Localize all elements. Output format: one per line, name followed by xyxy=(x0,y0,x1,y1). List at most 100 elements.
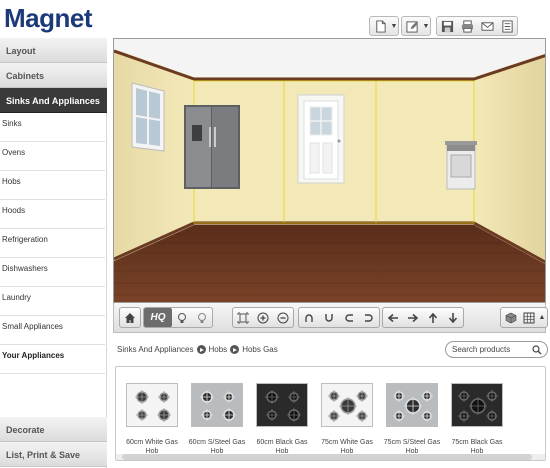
pan-up-icon[interactable] xyxy=(423,308,443,327)
grid-icon[interactable] xyxy=(521,308,537,327)
pan-support xyxy=(339,397,357,415)
category-list-print-save[interactable]: List, Print & Save xyxy=(0,442,107,467)
rotate-up-icon[interactable] xyxy=(339,308,359,327)
sidebar: Layout Cabinets Sinks And Appliances Sin… xyxy=(0,38,107,468)
hq-toggle-button[interactable]: HQ xyxy=(144,308,172,327)
fridge-freezer xyxy=(184,105,240,189)
product-item[interactable]: 75cm White Gas Hob xyxy=(315,369,377,457)
logo: Magnet xyxy=(4,3,93,33)
pan-support xyxy=(458,390,470,402)
new-document-icon[interactable] xyxy=(370,17,390,35)
pan-support xyxy=(393,410,405,422)
product-item[interactable]: 75cm S/Steel Gas Hob xyxy=(380,369,442,457)
sidebar-item-small-appliances[interactable]: Small Appliances xyxy=(0,316,105,345)
room-render xyxy=(114,39,545,302)
pan-support xyxy=(288,391,300,403)
pan-support xyxy=(328,390,340,402)
product-item[interactable]: 60cm S/Steel Gas Hob xyxy=(185,369,247,457)
chevron-down-icon[interactable]: ▼ xyxy=(422,17,430,35)
hob-thumbnail[interactable] xyxy=(126,383,178,427)
pan-support xyxy=(486,410,498,422)
cooker xyxy=(445,141,477,190)
sidebar-item-laundry[interactable]: Laundry xyxy=(0,287,105,316)
chevron-right-icon xyxy=(196,345,206,354)
pan-support xyxy=(356,410,368,422)
door xyxy=(297,94,345,184)
category-decorate[interactable]: Decorate xyxy=(0,417,107,442)
pan-support xyxy=(486,390,498,402)
floor xyxy=(114,225,545,302)
kitchen-planner-app: Magnet ▼ ▼ Layout Cabinets Sinks And App… xyxy=(0,0,550,468)
fit-view-icon[interactable] xyxy=(233,308,253,327)
view-mode-group: ▲ xyxy=(500,307,548,328)
3d-room-viewport[interactable] xyxy=(113,38,546,303)
breadcrumb-item[interactable]: Hobs Gas xyxy=(242,345,278,354)
sidebar-item-sinks[interactable]: Sinks xyxy=(0,113,105,142)
file-toolbar-group: ▼ xyxy=(369,16,399,36)
chevron-up-icon[interactable]: ▲ xyxy=(537,308,547,327)
email-icon[interactable] xyxy=(477,17,497,35)
pan-support xyxy=(265,390,279,404)
edit-icon[interactable] xyxy=(402,17,422,35)
chevron-down-icon[interactable]: ▼ xyxy=(390,17,398,35)
product-item[interactable]: 60cm Black Gas Hob xyxy=(250,369,312,457)
home-group xyxy=(119,307,141,328)
category-cabinets[interactable]: Cabinets xyxy=(0,63,107,88)
product-item[interactable]: 60cm White Gas Hob xyxy=(120,369,182,457)
pan-support xyxy=(328,410,340,422)
pan-support xyxy=(421,390,433,402)
window xyxy=(131,82,165,152)
pan-support xyxy=(393,390,405,402)
home-icon[interactable] xyxy=(120,308,140,327)
sidebar-item-your-appliances[interactable]: Your Appliances xyxy=(0,345,105,374)
view-mode-icon[interactable] xyxy=(501,308,521,327)
pan-support xyxy=(201,409,213,421)
horizontal-scrollbar[interactable] xyxy=(116,454,545,460)
pan-support xyxy=(287,408,301,422)
rotate-down-icon[interactable] xyxy=(319,308,339,327)
header: Magnet ▼ ▼ xyxy=(0,0,550,38)
zoom-out-icon[interactable] xyxy=(273,308,293,327)
rotate-group xyxy=(298,307,380,328)
search-input[interactable] xyxy=(452,345,530,354)
light-bulb-icon[interactable] xyxy=(172,308,192,327)
category-layout[interactable]: Layout xyxy=(0,38,107,63)
breadcrumb: Sinks And Appliances Hobs Hobs Gas xyxy=(117,345,278,354)
list-icon[interactable] xyxy=(497,17,517,35)
hob-thumbnail[interactable] xyxy=(386,383,438,427)
zoom-in-icon[interactable] xyxy=(253,308,273,327)
sidebar-item-refrigeration[interactable]: Refrigeration xyxy=(0,229,105,258)
pan-group xyxy=(382,307,464,328)
pan-support xyxy=(157,408,171,422)
rotate-left-icon[interactable] xyxy=(299,308,319,327)
sidebar-item-hobs[interactable]: Hobs xyxy=(0,171,105,200)
product-item[interactable]: 75cm Black Gas Hob xyxy=(445,369,507,457)
pan-support xyxy=(136,409,148,421)
sidebar-item-hoods[interactable]: Hoods xyxy=(0,200,105,229)
hob-thumbnail[interactable] xyxy=(321,383,373,427)
hob-thumbnail[interactable] xyxy=(256,383,308,427)
pan-support xyxy=(404,397,422,415)
rotate-right-icon[interactable] xyxy=(359,308,379,327)
search-icon[interactable] xyxy=(532,344,542,355)
breadcrumb-item[interactable]: Hobs xyxy=(209,345,228,354)
hob-thumbnail[interactable] xyxy=(451,383,503,427)
zoom-group xyxy=(232,307,294,328)
pan-support xyxy=(266,409,278,421)
save-icon[interactable] xyxy=(437,17,457,35)
scrollbar-thumb[interactable] xyxy=(122,454,532,460)
pan-support xyxy=(200,390,214,404)
pan-support xyxy=(421,410,433,422)
sidebar-item-ovens[interactable]: Ovens xyxy=(0,142,105,171)
pan-right-icon[interactable] xyxy=(403,308,423,327)
pan-down-icon[interactable] xyxy=(443,308,463,327)
hob-thumbnail[interactable] xyxy=(191,383,243,427)
category-sinks-and-appliances[interactable]: Sinks And Appliances xyxy=(0,88,107,113)
pan-left-icon[interactable] xyxy=(383,308,403,327)
sidebar-item-dishwashers[interactable]: Dishwashers xyxy=(0,258,105,287)
light-bulb-off-icon[interactable] xyxy=(192,308,212,327)
view-toolbar: HQ ▲ xyxy=(113,303,548,333)
print-icon[interactable] xyxy=(457,17,477,35)
breadcrumb-item[interactable]: Sinks And Appliances xyxy=(117,345,194,354)
output-toolbar-group xyxy=(436,16,518,36)
